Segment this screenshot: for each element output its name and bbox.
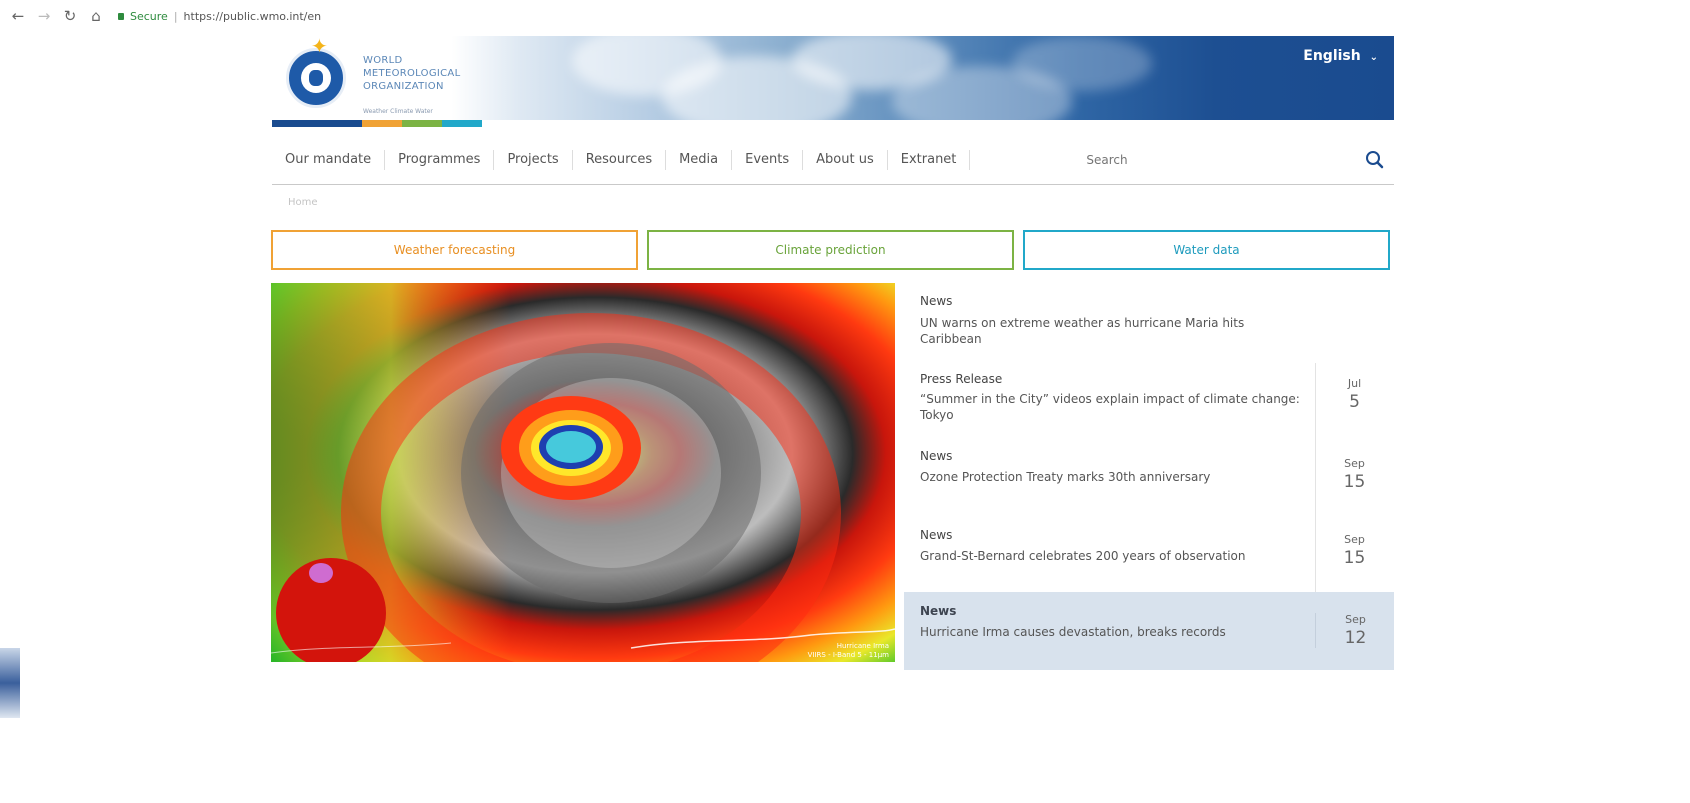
back-arrow-icon[interactable]: ← bbox=[10, 7, 26, 25]
nav-media[interactable]: Media bbox=[666, 150, 733, 170]
color-bar-orange bbox=[362, 120, 402, 127]
secure-label: Secure bbox=[130, 9, 168, 23]
hurricane-satellite-image[interactable]: Hurricane Irma VIIRS - I-Band 5 - 11µm bbox=[271, 283, 895, 662]
satellite-image-graphic bbox=[271, 283, 895, 662]
forward-arrow-icon[interactable]: → bbox=[36, 7, 52, 25]
nav-our-mandate[interactable]: Our mandate bbox=[272, 150, 386, 170]
color-bar-blue bbox=[272, 120, 362, 127]
partial-image-fragment bbox=[0, 648, 20, 718]
news-item[interactable]: News Grand-St-Bernard celebrates 200 yea… bbox=[904, 516, 1394, 590]
image-caption: Hurricane Irma VIIRS - I-Band 5 - 11µm bbox=[808, 642, 889, 660]
news-date-month: Sep bbox=[1344, 533, 1365, 546]
nav-about-us[interactable]: About us bbox=[803, 150, 888, 170]
site-header: ✦ WORLD METEOROLOGICAL ORGANIZATION Weat… bbox=[272, 36, 1394, 120]
org-name-line2: METEOROLOGICAL bbox=[363, 68, 461, 79]
news-item[interactable]: News Ozone Protection Treaty marks 30th … bbox=[904, 440, 1394, 515]
color-bar-green bbox=[402, 120, 442, 127]
url-separator: | bbox=[173, 9, 178, 23]
water-data-button[interactable]: Water data bbox=[1023, 230, 1390, 270]
news-type: News bbox=[920, 604, 957, 618]
star-icon: ✦ bbox=[311, 36, 328, 58]
nav-projects[interactable]: Projects bbox=[494, 150, 573, 170]
news-title: Grand-St-Bernard celebrates 200 years of… bbox=[920, 549, 1246, 563]
color-bar-cyan bbox=[442, 120, 482, 127]
address-bar[interactable]: https://public.wmo.int/en bbox=[184, 10, 322, 23]
search-input[interactable] bbox=[1000, 152, 1214, 168]
news-date-day: 15 bbox=[1343, 548, 1366, 568]
nav-events[interactable]: Events bbox=[732, 150, 804, 170]
chevron-down-icon: ⌄ bbox=[1369, 52, 1378, 63]
news-type: News bbox=[920, 294, 953, 308]
climate-prediction-button[interactable]: Climate prediction bbox=[647, 230, 1014, 270]
news-date: Sep 15 bbox=[1315, 457, 1394, 492]
brand-color-bar bbox=[272, 120, 482, 127]
news-date-month: Jul bbox=[1347, 377, 1362, 390]
reload-icon[interactable]: ↻ bbox=[62, 7, 78, 25]
home-icon[interactable]: ⌂ bbox=[88, 7, 104, 25]
news-item[interactable]: News UN warns on extreme weather as hurr… bbox=[904, 283, 1394, 355]
news-type: News bbox=[920, 528, 953, 542]
main-navigation: Our mandate Programmes Projects Resource… bbox=[272, 136, 1394, 185]
news-list: News UN warns on extreme weather as hurr… bbox=[904, 283, 1394, 670]
news-date: Sep 15 bbox=[1315, 533, 1394, 568]
org-tagline: Weather Climate Water bbox=[363, 108, 433, 115]
news-date-day: 12 bbox=[1344, 628, 1367, 648]
news-date-day: 15 bbox=[1343, 472, 1366, 492]
news-date-day: 5 bbox=[1349, 392, 1360, 412]
image-caption-line2: VIIRS - I-Band 5 - 11µm bbox=[807, 651, 889, 659]
news-date-month: Sep bbox=[1345, 613, 1366, 626]
news-date-month: Sep bbox=[1344, 457, 1365, 470]
news-date: Sep 12 bbox=[1315, 613, 1395, 648]
image-caption-line1: Hurricane Irma bbox=[836, 642, 889, 650]
org-name[interactable]: WORLD METEOROLOGICAL ORGANIZATION bbox=[363, 54, 460, 93]
news-item[interactable]: Press Release “Summer in the City” video… bbox=[904, 363, 1394, 439]
browser-toolbar: ← → ↻ ⌂ Secure | https://public.wmo.int/… bbox=[0, 0, 1690, 32]
nav-programmes[interactable]: Programmes bbox=[385, 150, 495, 170]
nav-extranet[interactable]: Extranet bbox=[888, 150, 971, 170]
nav-resources[interactable]: Resources bbox=[573, 150, 667, 170]
org-name-line1: WORLD bbox=[363, 55, 403, 66]
language-label: English bbox=[1303, 48, 1361, 64]
news-type: Press Release bbox=[920, 372, 1003, 386]
news-title: “Summer in the City” videos explain impa… bbox=[920, 392, 1300, 422]
news-item-highlighted[interactable]: News Hurricane Irma causes devastation, … bbox=[904, 592, 1394, 670]
org-name-line3: ORGANIZATION bbox=[363, 81, 444, 92]
lock-icon bbox=[118, 12, 124, 20]
news-title: Ozone Protection Treaty marks 30th anniv… bbox=[920, 470, 1211, 484]
news-date: Jul 5 bbox=[1315, 377, 1394, 412]
news-title: Hurricane Irma causes devastation, break… bbox=[920, 625, 1226, 639]
search-icon[interactable] bbox=[1362, 147, 1388, 173]
search-box bbox=[1000, 147, 1394, 173]
language-selector[interactable]: English ⌄ bbox=[1303, 48, 1378, 64]
news-type: News bbox=[920, 449, 953, 463]
news-title: UN warns on extreme weather as hurricane… bbox=[920, 316, 1245, 346]
breadcrumb[interactable]: Home bbox=[288, 197, 318, 208]
weather-forecasting-button[interactable]: Weather forecasting bbox=[271, 230, 638, 270]
